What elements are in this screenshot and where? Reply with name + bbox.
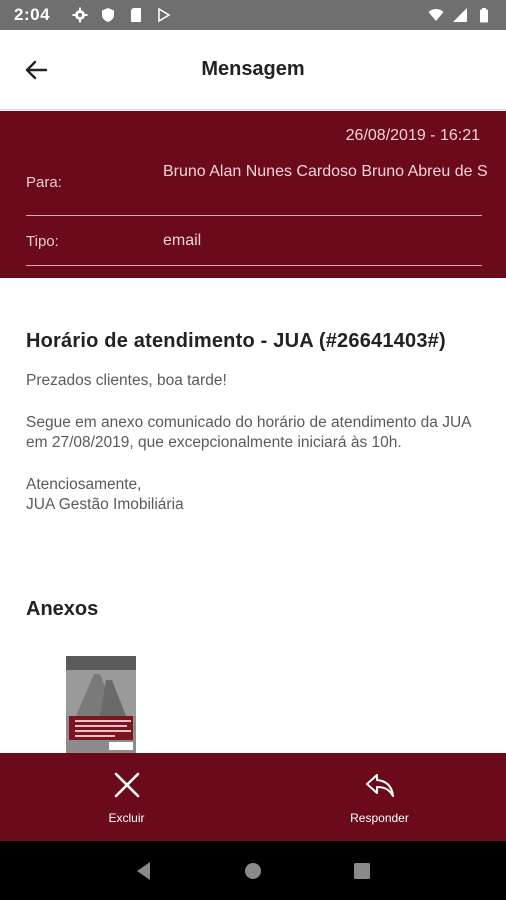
wifi-icon — [428, 9, 444, 21]
attachment-thumbnail[interactable] — [66, 656, 136, 754]
status-icons-left — [72, 7, 172, 23]
thumbnail-band — [69, 716, 133, 740]
jua-logo — [109, 742, 133, 750]
status-icons-right — [428, 7, 492, 23]
cell-signal-icon — [453, 8, 467, 22]
message-signoff: Atenciosamente, — [26, 476, 142, 493]
message-subject: Horário de atendimento - JUA (#26641403#… — [26, 330, 446, 352]
type-value: email — [163, 232, 202, 249]
system-nav-bar — [0, 841, 506, 900]
close-icon — [114, 772, 139, 798]
divider — [26, 215, 482, 216]
nav-back-icon[interactable] — [132, 859, 156, 883]
message-greeting: Prezados clientes, boa tarde! — [26, 372, 227, 389]
message-header: 26/08/2019 - 16:21 Para: Bruno Alan Nune… — [0, 111, 506, 278]
app-bar: Mensagem — [0, 30, 506, 110]
nav-recents-icon[interactable] — [350, 859, 374, 883]
to-label: Para: — [26, 174, 62, 191]
status-time: 2:04 — [14, 5, 51, 24]
type-label: Tipo: — [26, 233, 59, 250]
bottom-action-bar: Excluir Responder — [0, 753, 506, 841]
battery-icon — [480, 8, 488, 23]
reply-icon — [365, 774, 394, 797]
message-signature: JUA Gestão Imobiliária — [26, 496, 184, 513]
settings-icon — [72, 7, 88, 23]
reply-button[interactable]: Responder — [253, 753, 506, 841]
delete-button[interactable]: Excluir — [0, 753, 253, 841]
nav-home-icon[interactable] — [241, 859, 265, 883]
message-body: Prezados clientes, boa tarde! Segue em a… — [26, 371, 486, 515]
message-date: 26/08/2019 - 16:21 — [345, 127, 480, 144]
page-title: Mensagem — [201, 58, 305, 80]
delete-label: Excluir — [108, 811, 145, 825]
message-content: Horário de atendimento - JUA (#26641403#… — [26, 330, 486, 515]
shield-icon — [102, 8, 115, 22]
thumbnail-header — [66, 656, 136, 670]
to-value: Bruno Alan Nunes Cardoso Bruno Abreu de … — [163, 163, 488, 180]
message-paragraph: Segue em anexo comunicado do horário de … — [26, 414, 471, 451]
arrow-back-icon[interactable] — [22, 56, 50, 84]
divider — [26, 265, 482, 266]
play-store-icon — [158, 7, 171, 23]
status-bar: 2:04 — [0, 0, 506, 30]
sd-card-icon — [131, 8, 142, 22]
attachments-title: Anexos — [26, 598, 99, 620]
reply-label: Responder — [350, 811, 409, 825]
building-image — [66, 670, 136, 716]
